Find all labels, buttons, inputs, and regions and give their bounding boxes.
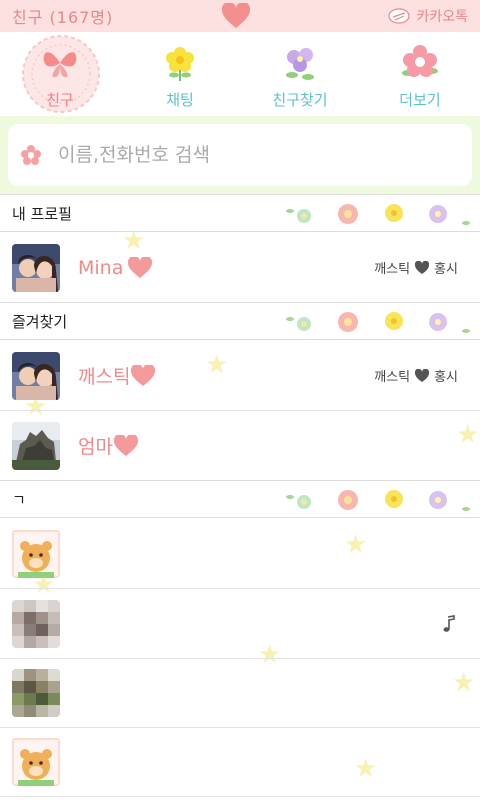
tab-chats-label: 채팅 xyxy=(166,91,194,109)
section-title: 즐겨찾기 xyxy=(12,312,68,331)
section-title: ㄱ xyxy=(12,490,26,509)
tab-find-friends[interactable]: 친구찾기 xyxy=(240,32,360,116)
avatar xyxy=(12,668,60,717)
flowers-decoration xyxy=(286,204,470,225)
section-header-my-profile: 내 프로필 xyxy=(0,194,480,232)
friend-name: 깨스틱 xyxy=(78,362,156,389)
my-profile-row[interactable]: Mina 깨스틱 홍시 xyxy=(0,233,480,303)
flowers-decoration xyxy=(286,312,470,333)
heart-icon xyxy=(221,3,251,28)
friend-name-text: 깨스틱 xyxy=(78,366,131,388)
avatar xyxy=(12,421,60,470)
friend-row[interactable]: 깨스틱 깨스틱 홍시 xyxy=(0,341,480,411)
friend-row[interactable] xyxy=(0,658,480,728)
flower-icon xyxy=(21,145,41,165)
friend-row[interactable] xyxy=(0,589,480,659)
brand-logo: 카카오톡 xyxy=(388,6,468,26)
heart-icon xyxy=(128,256,153,278)
friend-row[interactable]: 엄마 xyxy=(0,411,480,481)
heart-icon xyxy=(131,364,156,386)
status-prefix: 깨스틱 xyxy=(374,262,411,277)
butterfly-icon xyxy=(43,52,77,78)
friend-row[interactable] xyxy=(0,519,480,589)
friend-name-text: 엄마 xyxy=(78,436,113,458)
profile-name-text: Mina xyxy=(78,256,124,279)
friend-name: 엄마 xyxy=(78,432,139,459)
pink-flower-icon xyxy=(402,45,438,77)
tab-find-friends-label: 친구찾기 xyxy=(272,91,328,109)
section-title: 내 프로필 xyxy=(12,204,72,223)
status-message: 깨스틱 홍시 xyxy=(374,366,458,385)
music-note-icon xyxy=(443,614,455,632)
status-message: 깨스틱 홍시 xyxy=(374,258,458,277)
section-header-favorites: 즐겨찾기 xyxy=(0,302,480,340)
tab-more-label: 더보기 xyxy=(399,91,441,109)
section-header-giyeok: ㄱ xyxy=(0,480,480,518)
avatar xyxy=(12,351,60,400)
tab-friends[interactable]: 친구 xyxy=(0,32,120,116)
kakao-bird-icon xyxy=(388,8,411,24)
yellow-flower-icon xyxy=(166,47,194,81)
avatar xyxy=(12,737,60,786)
status-bar-title: 친구 (167명) xyxy=(12,8,114,27)
tab-friends-label: 친구 xyxy=(46,91,74,109)
status-suffix: 홍시 xyxy=(434,370,458,385)
avatar xyxy=(12,243,60,292)
purple-flowers-icon xyxy=(286,48,314,80)
brand-name: 카카오톡 xyxy=(416,9,468,25)
avatar xyxy=(12,599,60,648)
status-bar: 친구 (167명) 카카오톡 xyxy=(0,0,480,32)
status-suffix: 홍시 xyxy=(434,262,458,277)
heart-icon xyxy=(415,368,430,382)
flowers-decoration xyxy=(286,490,470,511)
tab-more[interactable]: 더보기 xyxy=(360,32,480,116)
heart-icon xyxy=(113,434,138,456)
avatar xyxy=(12,529,60,578)
tab-chats[interactable]: 채팅 xyxy=(120,32,240,116)
profile-name: Mina xyxy=(78,256,153,279)
search-bar-container xyxy=(0,116,480,194)
search-input[interactable] xyxy=(58,144,438,166)
tab-bar: 친구 채팅 친구찾기 더보기 xyxy=(0,32,480,116)
friend-row[interactable] xyxy=(0,727,480,797)
search-box[interactable] xyxy=(8,124,472,186)
heart-icon xyxy=(415,260,430,274)
status-prefix: 깨스틱 xyxy=(374,370,411,385)
